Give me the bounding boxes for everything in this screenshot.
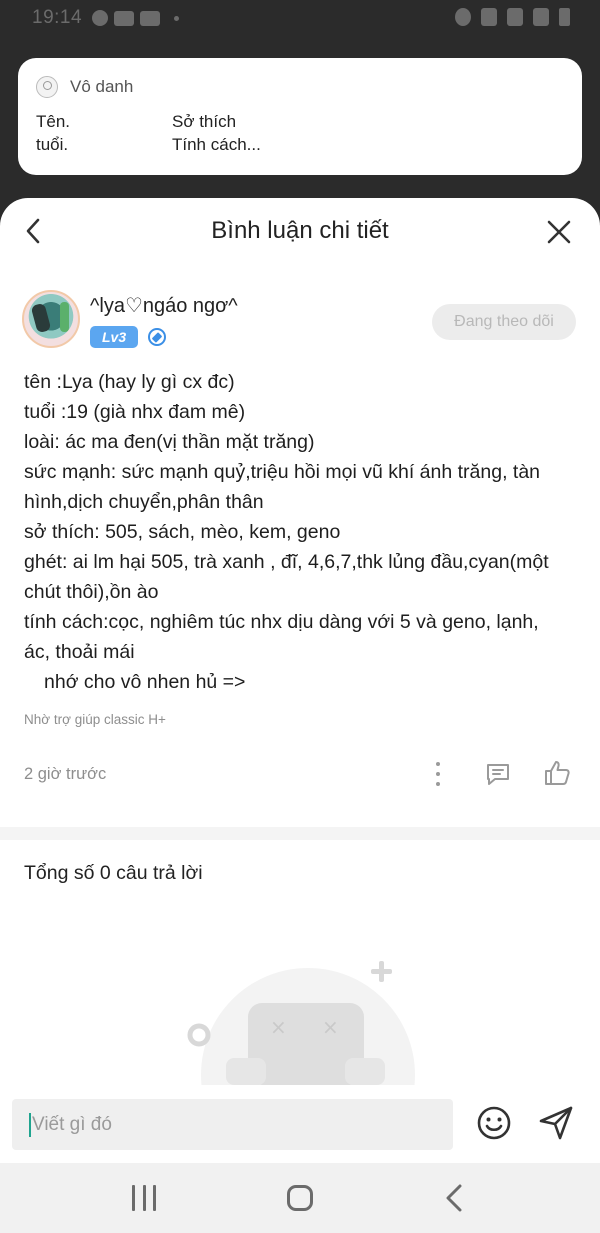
notification-card[interactable]: Vô danh Tên. Sở thích tuổi. Tính cách... [18,58,582,175]
source-tag[interactable]: Nhờ trợ giúp classic H+ [24,712,578,727]
like-icon[interactable] [543,759,571,787]
send-icon[interactable] [538,1105,574,1141]
comment-input-bar: Viết gì đó [0,1085,600,1163]
comment-meta-row: 2 giờ trước [24,757,578,791]
text-caret [29,1112,31,1137]
notification-text: Sở thích [172,112,237,131]
status-left-icons [92,10,180,26]
verified-gem-icon [148,328,167,346]
author-name[interactable]: ^lya♡ngáo ngơ^ [90,293,238,318]
notification-text: Tính cách... [172,135,261,154]
comment-line: hình,dịch chuyển,phân thân [24,491,264,513]
messenger-icon [92,10,109,26]
level-badge: Lv3 [90,326,139,348]
youtube-icon [114,10,135,26]
status-bar: 19:14 [0,0,600,36]
comment-line: tên :Lya (hay ly gì cx đc) [24,371,235,393]
page-title: Bình luận chi tiết [211,217,389,244]
comment-body: tên :Lya (hay ly gì cx đc) tuổi :19 (già… [24,367,578,697]
comment-post: ^lya♡ngáo ngơ^ Lv3 Đang theo dõi tên :Ly… [0,266,600,826]
signal-icon [533,8,549,26]
battery-icon [559,8,570,26]
svg-text:×: × [270,1015,287,1039]
emoji-icon[interactable] [476,1105,512,1141]
empty-state-illustration: × × [187,961,415,1085]
close-button[interactable] [546,219,572,245]
system-nav-bar [0,1163,600,1233]
svg-text:×: × [322,1015,339,1039]
anonymous-avatar-icon [36,76,58,98]
author-badges: Lv3 [90,326,238,348]
author-info: ^lya♡ngáo ngơ^ Lv3 [90,293,238,348]
comment-line: ác, thoải mái [24,641,135,663]
alarm-icon [455,8,471,26]
wifi-icon [507,8,523,26]
notification-text: tuổi. [36,135,69,154]
comment-line: loài: ác ma đen(vị thần mặt trăng) [24,431,315,453]
comment-detail-sheet: Bình luận chi tiết ^lya♡ngáo ngơ^ Lv3 Đa… [0,198,600,1085]
more-notifications-icon [174,15,180,21]
notification-sender: Vô danh [70,77,134,96]
close-icon [547,220,571,244]
recent-apps-icon[interactable] [132,1185,156,1211]
home-icon[interactable] [287,1185,313,1211]
mute-icon [481,8,497,26]
status-time: 19:14 [32,7,83,28]
notification-text: Tên. [36,112,71,131]
following-button[interactable]: Đang theo dõi [432,304,576,340]
more-options-icon[interactable] [436,762,442,786]
reply-icon[interactable] [484,760,512,788]
comment-line: tính cách:cọc, nghiêm túc nhx dịu dàng v… [24,611,539,633]
notification-header: Vô danh [36,76,564,98]
system-back-icon[interactable] [444,1184,464,1212]
youtube-icon-2 [140,10,161,26]
comment-line: sở thích: 505, sách, mèo, kem, geno [24,521,341,543]
comment-line: ghét: ai lm hại 505, trà xanh , đĩ, 4,6,… [24,551,549,573]
notification-content: Tên. Sở thích tuổi. Tính cách... [36,112,564,155]
timestamp: 2 giờ trước [24,764,107,783]
comment-line: sức mạnh: sức mạnh quỷ,triệu hồi mọi vũ … [24,461,541,483]
status-right-icons [455,8,570,26]
sheet-header: Bình luận chi tiết [0,198,600,266]
comment-line: tuổi :19 (già nhx đam mê) [24,401,246,423]
comment-line: nhớ cho vô nhen hủ => [44,671,246,693]
avatar[interactable] [22,290,80,348]
comment-input[interactable]: Viết gì đó [12,1099,453,1150]
answers-count: Tổng số 0 câu trả lời [24,862,203,884]
section-divider [0,827,600,840]
comment-line: chút thôi),ồn ào [24,581,159,603]
input-placeholder: Viết gì đó [32,1113,112,1135]
